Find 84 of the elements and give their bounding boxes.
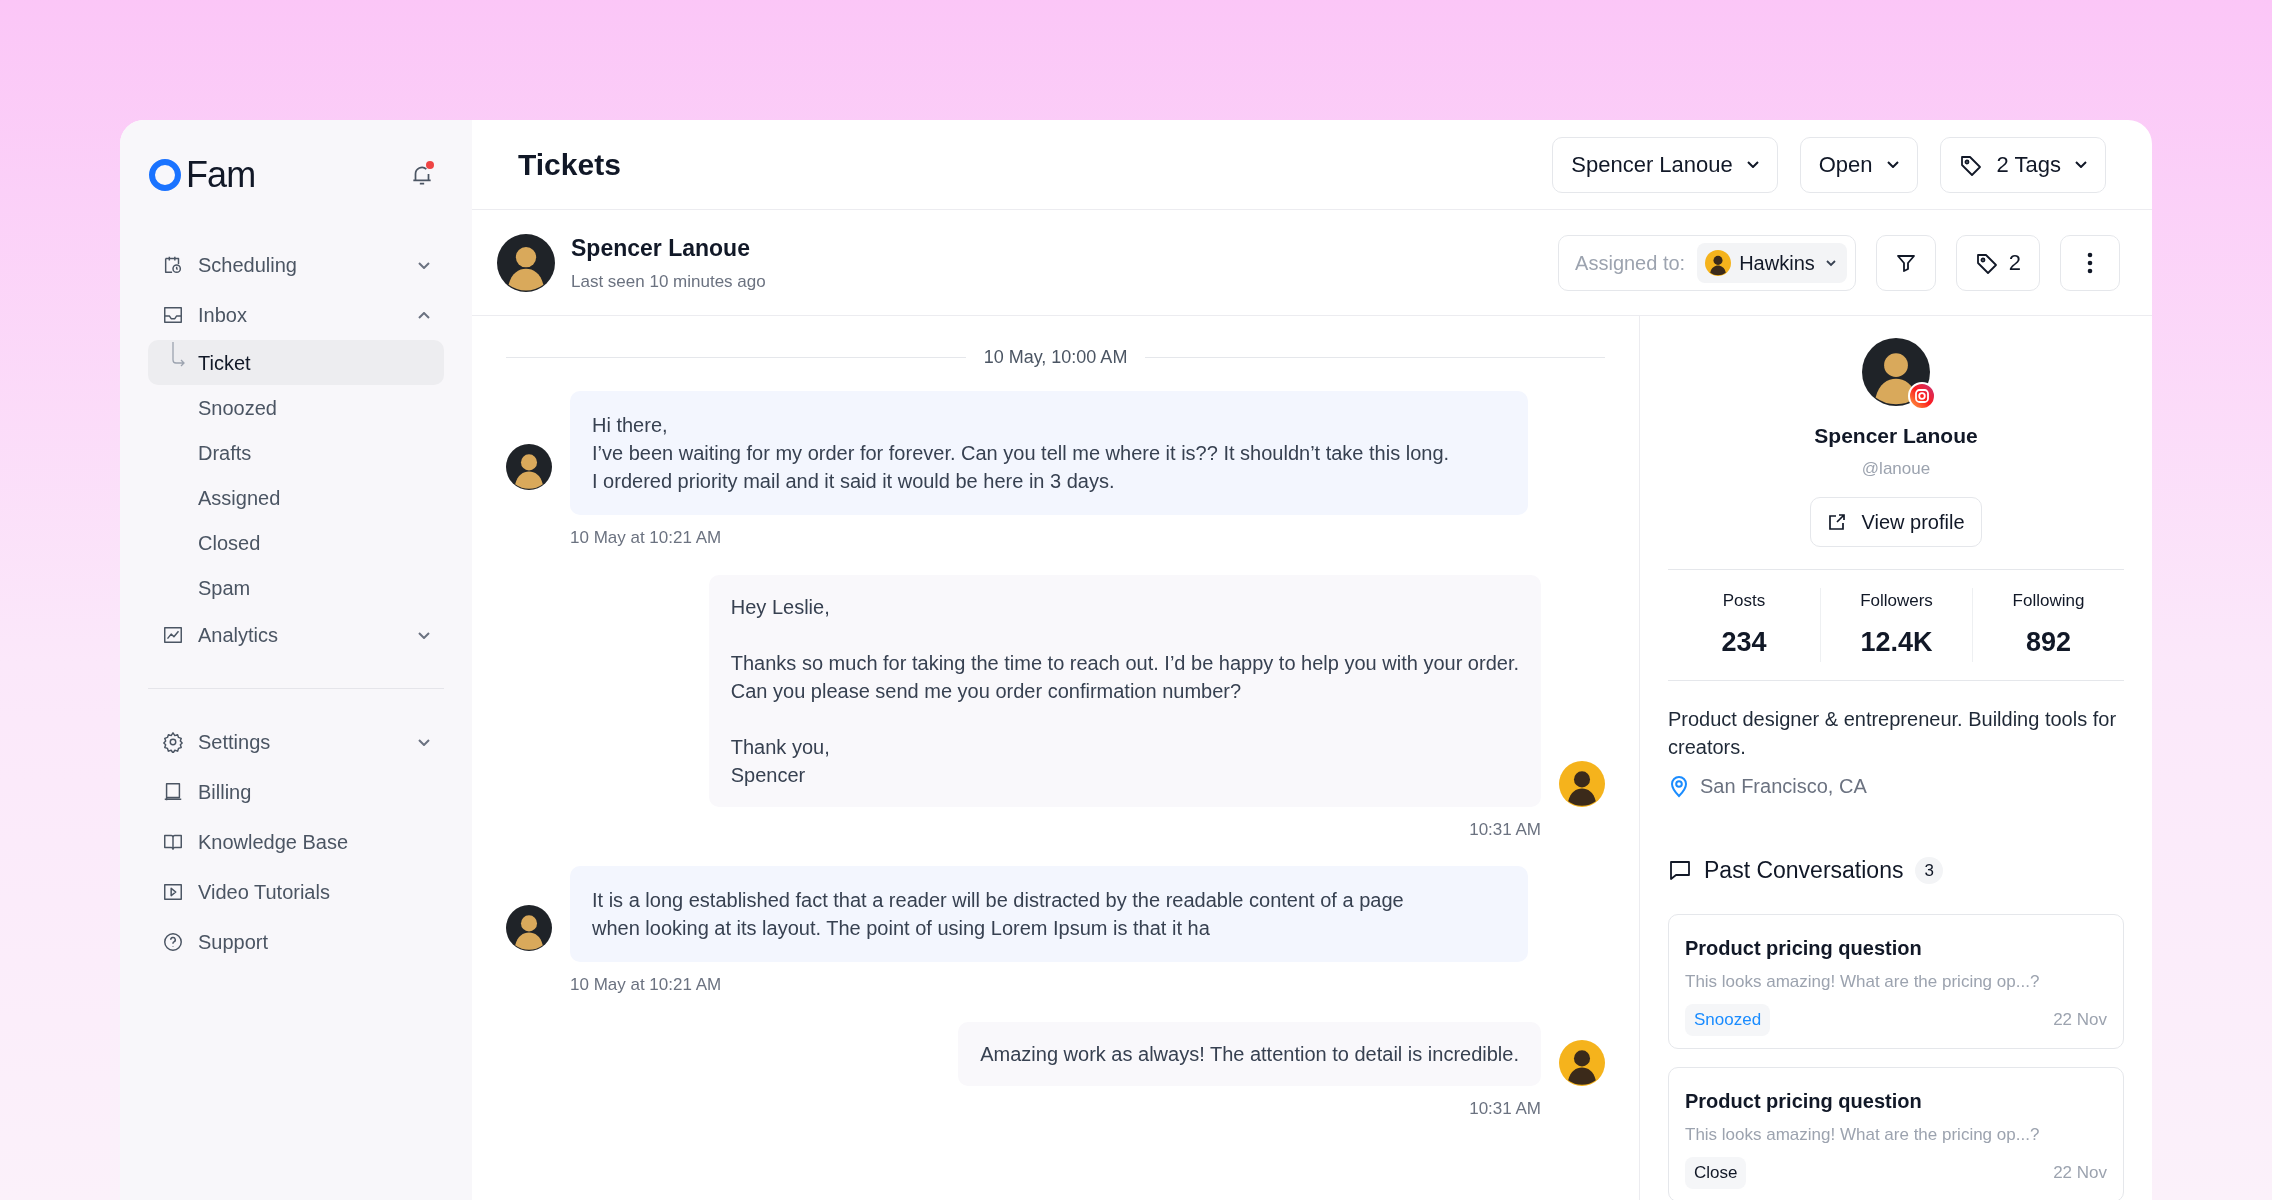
nav-icon <box>162 781 184 803</box>
chevron-down-icon <box>418 631 430 639</box>
nav-item[interactable]: Inbox <box>148 290 444 340</box>
avatar <box>506 905 552 951</box>
avatar <box>1559 760 1605 807</box>
assignee-dropdown[interactable]: Hawkins <box>1697 242 1847 283</box>
message-time: 10 May at 10:21 AM <box>570 527 722 549</box>
conversation-title: Product pricing question <box>1685 935 1923 961</box>
profile-bio: Product designer & entrepreneur. Building tools for creators. <box>1668 707 2118 760</box>
chevron-down-icon <box>2075 161 2087 168</box>
chevron-down-icon <box>418 738 430 746</box>
nav-subitem[interactable]: Drafts <box>148 430 444 475</box>
nav-subitem[interactable]: Snoozed <box>148 385 444 430</box>
count-badge: 3 <box>1915 856 1943 884</box>
stat-value: 234 <box>1721 625 1767 659</box>
nav-icon <box>162 881 184 903</box>
assignee-field[interactable]: Assigned to: Hawkins <box>1558 234 1856 291</box>
nav-item[interactable]: Scheduling <box>148 240 444 290</box>
nav-item[interactable]: Video Tutorials <box>148 867 444 917</box>
nav-item[interactable]: Knowledge Base <box>148 817 444 867</box>
avatar <box>1862 338 1930 406</box>
view-profile-button[interactable]: View profile <box>1810 497 1982 547</box>
location-pin-icon <box>1668 774 1690 798</box>
conversation-title: Product pricing question <box>1685 1088 1923 1114</box>
conversation-date: 22 Nov <box>2053 1009 2107 1031</box>
contact-name: Spencer Lanoue <box>571 233 751 263</box>
chevron-down-icon <box>1746 161 1759 168</box>
conversation-date: 22 Nov <box>2053 1162 2107 1184</box>
nav-subitem[interactable]: Spam <box>148 565 444 610</box>
message-time: 10:31 AM <box>1469 818 1541 841</box>
status-tag: Snoozed <box>1685 1004 1771 1036</box>
nav-icon <box>162 624 184 646</box>
nav-item[interactable]: Support <box>148 917 444 967</box>
filter-dropdown[interactable]: 2 Tags <box>1939 136 2106 193</box>
stat-label: Following <box>2012 590 2085 612</box>
date-separator: 10 May, 10:00 AM <box>983 346 1128 369</box>
stat-label: Posts <box>1722 590 1766 612</box>
nav-icon <box>162 254 184 276</box>
status-tag: Close <box>1685 1157 1747 1189</box>
section-title: Past Conversations <box>1704 856 1904 885</box>
message-bubble: It is a long established fact that a reader will be distracted by the readable content of a page when looking at its layout. The point of using Lorem Ipsum is that it ha <box>570 866 1528 962</box>
brand-name: Fam <box>186 153 256 197</box>
external-link-icon <box>1827 512 1848 532</box>
avatar <box>1705 249 1732 276</box>
message-bubble: Amazing work as always! The attention to detail is incredible. <box>958 1021 1541 1086</box>
stat-label: Followers <box>1860 590 1933 612</box>
nav-subitem[interactable]: Closed <box>148 520 444 565</box>
message-time: 10:31 AM <box>1469 1097 1541 1120</box>
conversation-card[interactable]: Product pricing question This looks amazing! What are the pricing op...? Snoozed 22 Nov <box>1668 913 2124 1049</box>
conversation-preview: This looks amazing! What are the pricing op...? <box>1685 970 2041 993</box>
nav-item[interactable]: Billing <box>148 767 444 817</box>
message-bubble: Hi there, I’ve been waiting for my order for forever. Can you tell me where it is?? It shouldn’t take this long. I ordered priority mail and it said it would be here in 3 days. <box>570 391 1528 515</box>
last-seen: Last seen 10 minutes ago <box>571 271 766 293</box>
filter-button[interactable] <box>1875 234 1936 291</box>
nav-subitem[interactable]: Assigned <box>148 475 444 520</box>
chat-bubble-icon <box>1668 858 1692 883</box>
nav-item[interactable]: Analytics <box>148 610 444 660</box>
chevron-down-icon <box>1886 161 1899 168</box>
tags-button[interactable]: 2 <box>1955 234 2040 291</box>
avatar <box>1559 1039 1605 1086</box>
profile-name: Spencer Lanoue <box>1814 423 1978 449</box>
more-icon <box>2087 251 2093 274</box>
location-text: San Francisco, CA <box>1700 774 1867 799</box>
filter-dropdown[interactable]: Open <box>1799 136 1918 193</box>
avatar <box>506 444 552 490</box>
conversation-preview: This looks amazing! What are the pricing op...? <box>1685 1123 2041 1146</box>
camera-badge-icon <box>1908 382 1936 410</box>
nav-icon <box>162 731 184 753</box>
chevron-up-icon <box>418 311 430 319</box>
stat-value: 12.4K <box>1860 625 1933 659</box>
chevron-down-icon <box>418 261 430 269</box>
avatar <box>497 233 555 292</box>
message-bubble: Hey Leslie, Thanks so much for taking the time to reach out. I’d be happy to help you with your order. Can you please send me you order confirmation number? Thank you, Spencer <box>708 574 1541 807</box>
assigned-label: Assigned to: <box>1575 250 1686 276</box>
nav-icon <box>162 304 184 326</box>
stat-value: 892 <box>2025 625 2072 659</box>
nav-subitem[interactable]: Ticket <box>148 340 444 385</box>
profile-handle: @lanoue <box>1861 457 1931 480</box>
filter-dropdown[interactable]: Spencer Lanoue <box>1552 136 1778 193</box>
message-time: 10 May at 10:21 AM <box>570 974 722 996</box>
page-title: Tickets <box>518 147 621 183</box>
nav-item[interactable]: Settings <box>148 717 444 767</box>
logo-icon <box>148 158 182 192</box>
nav-icon <box>162 931 184 953</box>
